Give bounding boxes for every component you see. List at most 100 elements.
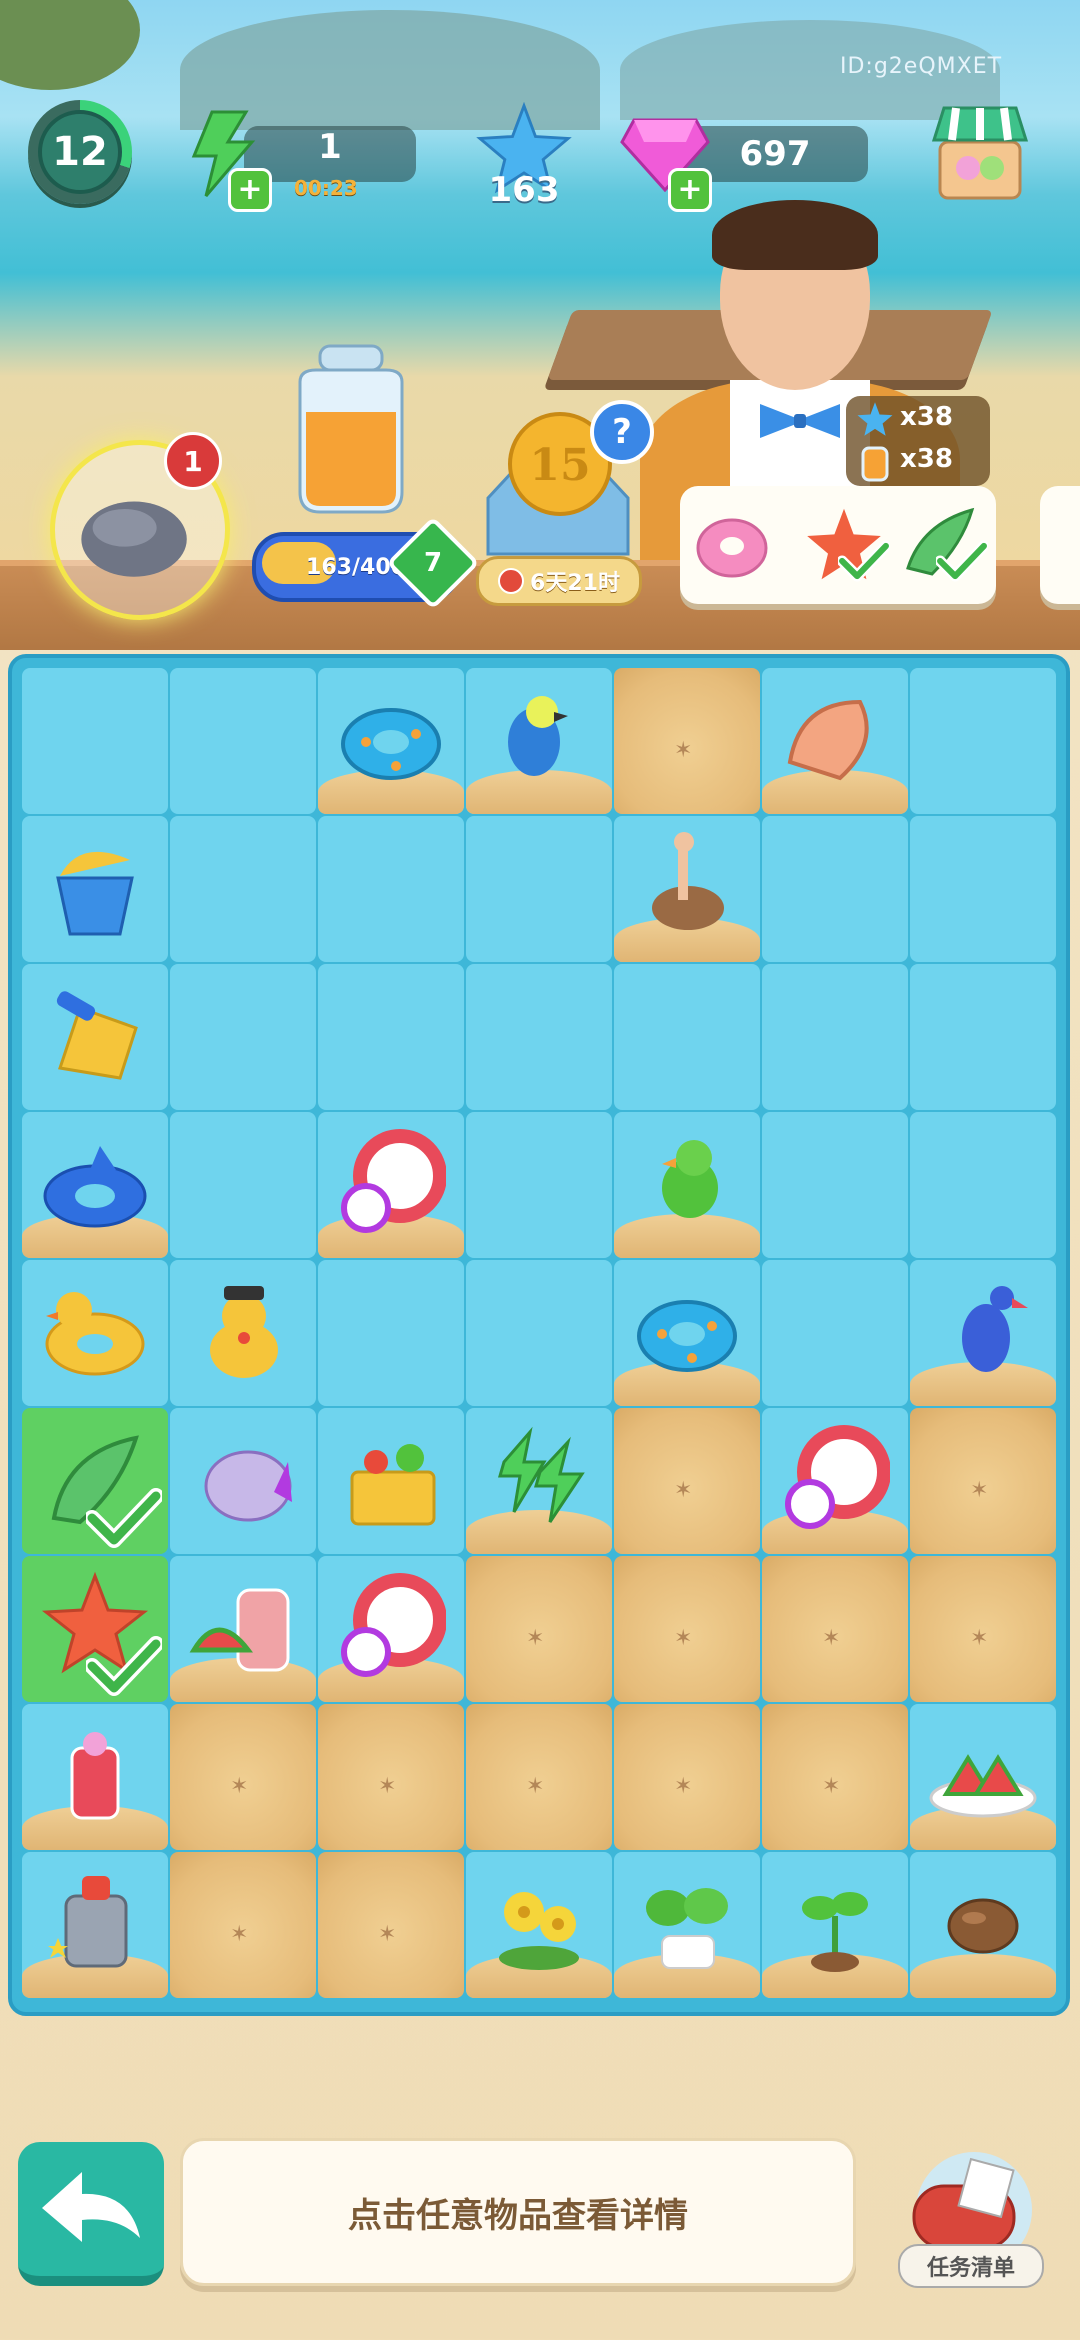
- board-cell[interactable]: [318, 964, 464, 1110]
- board-cell[interactable]: [22, 1112, 168, 1258]
- board-cell[interactable]: [614, 816, 760, 962]
- board-cell[interactable]: [762, 1260, 908, 1406]
- starfish-imprint-icon: ✶: [378, 1922, 397, 1947]
- board-cell[interactable]: [22, 1704, 168, 1850]
- board-cell[interactable]: [22, 1852, 168, 1998]
- board-cell[interactable]: [910, 964, 1056, 1110]
- board-cell[interactable]: [614, 1260, 760, 1406]
- board-cell[interactable]: ✶: [466, 1556, 612, 1702]
- lifebuoy-ball-icon: [341, 1129, 446, 1233]
- lifebuoy-ball-icon: [785, 1425, 890, 1529]
- board-cell[interactable]: [466, 964, 612, 1110]
- jar-icon: [861, 446, 889, 482]
- board-cell[interactable]: ✶: [614, 1408, 760, 1554]
- board-cell[interactable]: [466, 1408, 612, 1554]
- board-cell[interactable]: ✶: [318, 1852, 464, 1998]
- board-cell[interactable]: [910, 668, 1056, 814]
- shop-icon[interactable]: [930, 102, 1030, 204]
- board-cell[interactable]: ✶: [170, 1704, 316, 1850]
- board-cell[interactable]: ✶: [910, 1408, 1056, 1554]
- board-cell[interactable]: ✶: [466, 1704, 612, 1850]
- starfish-imprint-icon: ✶: [526, 1774, 545, 1799]
- board-cell[interactable]: [614, 1852, 760, 1998]
- check-icon: [936, 540, 988, 582]
- board-cell[interactable]: [910, 1112, 1056, 1258]
- board-cell[interactable]: [170, 964, 316, 1110]
- board-cell[interactable]: [762, 1852, 908, 1998]
- board-cell[interactable]: [22, 964, 168, 1110]
- board-cell[interactable]: ✶: [318, 1704, 464, 1850]
- item-info-bar: 点击任意物品查看详情: [180, 2138, 856, 2286]
- board-cell[interactable]: ✶: [614, 1704, 760, 1850]
- board-cell[interactable]: [910, 1704, 1056, 1850]
- board-cell[interactable]: [466, 816, 612, 962]
- honey-jar-icon[interactable]: [286, 342, 416, 522]
- juicer-machine-icon: [48, 1876, 128, 1968]
- board-cell[interactable]: [910, 1260, 1056, 1406]
- board-cell[interactable]: ✶: [614, 1556, 760, 1702]
- board-cell[interactable]: [318, 816, 464, 962]
- board-cell[interactable]: [22, 1260, 168, 1406]
- board-cell[interactable]: [22, 1408, 168, 1554]
- board-cell[interactable]: [466, 1852, 612, 1998]
- character-hair: [712, 200, 878, 270]
- board-cell[interactable]: ✶: [762, 1704, 908, 1850]
- board-cell[interactable]: ✶: [762, 1556, 908, 1702]
- starfish-imprint-icon: ✶: [822, 1774, 841, 1799]
- help-button[interactable]: ?: [590, 400, 654, 464]
- board-cell[interactable]: [910, 1852, 1056, 1998]
- bucket-shell-icon: [56, 851, 134, 936]
- order-card[interactable]: [680, 486, 996, 604]
- starfish-imprint-icon: ✶: [674, 1626, 693, 1651]
- board-cell[interactable]: [318, 668, 464, 814]
- check-icon: [86, 1488, 162, 1548]
- star-icon: [857, 402, 893, 436]
- board-cell[interactable]: [762, 668, 908, 814]
- fruit-drink-icon: [70, 1732, 120, 1820]
- back-button[interactable]: [18, 2142, 164, 2286]
- starfish-imprint-icon: ✶: [970, 1626, 989, 1651]
- board-cell[interactable]: [762, 1408, 908, 1554]
- board-cell[interactable]: [22, 816, 168, 962]
- duck-hat-icon: [210, 1286, 278, 1378]
- task-list-button[interactable]: 任务清单: [898, 2244, 1044, 2288]
- board-cell[interactable]: [170, 1556, 316, 1702]
- board-cell[interactable]: [170, 816, 316, 962]
- board-cell[interactable]: [762, 1112, 908, 1258]
- board-cell[interactable]: [318, 1408, 464, 1554]
- board-cell[interactable]: [466, 668, 612, 814]
- board-cell[interactable]: ✶: [614, 668, 760, 814]
- parrot-blue-icon: [508, 696, 568, 776]
- add-energy-button[interactable]: +: [228, 168, 272, 212]
- dolphin-float-icon: [43, 1146, 147, 1228]
- board-cell[interactable]: [614, 964, 760, 1110]
- level-indicator[interactable]: 12: [28, 100, 132, 204]
- board-cell[interactable]: [170, 1260, 316, 1406]
- yellow-flowers-icon: [499, 1892, 579, 1970]
- potted-plant-icon: [646, 1888, 728, 1969]
- board-cell[interactable]: [318, 1260, 464, 1406]
- board-cell[interactable]: [466, 1112, 612, 1258]
- starfish-imprint-icon: ✶: [674, 1478, 693, 1503]
- board-cell[interactable]: [170, 1408, 316, 1554]
- board-cell[interactable]: [762, 816, 908, 962]
- board-cell[interactable]: [466, 1260, 612, 1406]
- board-grid: ✶ ✶ ✶ ✶ ✶ ✶ ✶ ✶ ✶ ✶ ✶ ✶ ✶ ✶: [22, 668, 1056, 1998]
- order-card-next[interactable]: [1040, 486, 1080, 604]
- board-cell[interactable]: ✶: [910, 1556, 1056, 1702]
- board-cell[interactable]: [170, 668, 316, 814]
- yellow-shovel-icon: [56, 991, 138, 1080]
- board-cell[interactable]: [762, 964, 908, 1110]
- parrot-green-icon: [662, 1140, 718, 1218]
- board-cell[interactable]: ✶: [170, 1852, 316, 1998]
- add-gems-button[interactable]: +: [668, 168, 712, 212]
- board-cell[interactable]: [170, 1112, 316, 1258]
- board-cell[interactable]: [910, 816, 1056, 962]
- pink-donut-icon: [696, 518, 768, 578]
- back-arrow-icon: [42, 2172, 140, 2242]
- board-cell[interactable]: [614, 1112, 760, 1258]
- board-cell[interactable]: [318, 1112, 464, 1258]
- board-cell[interactable]: [318, 1556, 464, 1702]
- board-cell[interactable]: [22, 668, 168, 814]
- board-cell[interactable]: [22, 1556, 168, 1702]
